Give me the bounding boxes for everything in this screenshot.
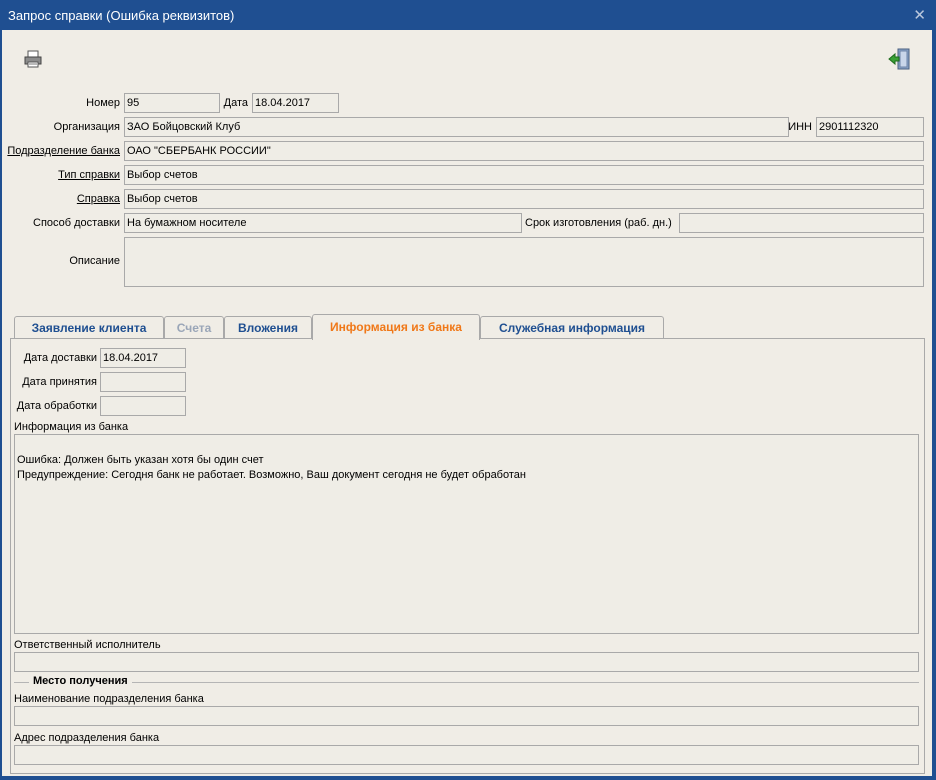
exit-door-icon[interactable] xyxy=(888,47,910,70)
pickup-group-title: Место получения xyxy=(29,675,132,687)
window-title: Запрос справки (Ошибка реквизитов) xyxy=(8,8,235,23)
inn-label: ИНН xyxy=(788,121,812,133)
accept-date-label: Дата принятия xyxy=(22,376,97,388)
process-date-field[interactable] xyxy=(100,396,186,416)
process-date-label: Дата обработки xyxy=(16,400,97,412)
number-field[interactable]: 95 xyxy=(124,93,220,113)
close-icon[interactable]: ✕ xyxy=(913,6,926,24)
unit-name-label: Наименование подразделения банка xyxy=(14,693,204,705)
inn-field[interactable]: 2901112320 xyxy=(816,117,924,137)
certificate-type-field[interactable]: Выбор счетов xyxy=(124,165,924,185)
delivery-date-field[interactable]: 18.04.2017 xyxy=(100,348,186,368)
title-bar[interactable]: Запрос справки (Ошибка реквизитов) ✕ xyxy=(0,0,936,30)
description-label: Описание xyxy=(69,255,120,267)
dialog-content: Номер 95 Дата 18.04.2017 Организация ЗАО… xyxy=(2,30,932,776)
bank-unit-field[interactable]: ОАО "СБЕРБАНК РОССИИ" xyxy=(124,141,924,161)
accept-date-field[interactable] xyxy=(100,372,186,392)
number-label: Номер xyxy=(86,97,120,109)
delivery-method-field[interactable]: На бумажном носителе xyxy=(124,213,522,233)
unit-address-label: Адрес подразделения банка xyxy=(14,732,160,744)
bank-info-panel: Дата доставки 18.04.2017 Дата принятия Д… xyxy=(10,338,925,774)
unit-address-field[interactable] xyxy=(14,745,919,765)
bank-unit-link[interactable]: Подразделение банка xyxy=(6,145,120,157)
unit-name-field[interactable] xyxy=(14,706,919,726)
tab-attachments[interactable]: Вложения xyxy=(224,316,312,338)
printer-icon[interactable] xyxy=(22,48,44,70)
tab-client-statement[interactable]: Заявление клиента xyxy=(14,316,164,338)
delivery-date-label: Дата доставки xyxy=(23,352,97,364)
delivery-method-label: Способ доставки xyxy=(33,217,120,229)
bank-info-label: Информация из банка xyxy=(14,421,129,433)
responsible-field[interactable] xyxy=(14,652,919,672)
dialog-window: Запрос справки (Ошибка реквизитов) ✕ Ном… xyxy=(0,0,936,780)
bank-info-text[interactable]: Ошибка: Должен быть указан хотя бы один … xyxy=(14,434,919,634)
organization-label: Организация xyxy=(53,121,120,133)
responsible-label: Ответственный исполнитель xyxy=(14,639,161,651)
organization-field[interactable]: ЗАО Бойцовский Клуб xyxy=(124,117,789,137)
tab-accounts[interactable]: Счета xyxy=(164,316,224,338)
date-label: Дата xyxy=(223,97,248,109)
tab-bank-info[interactable]: Информация из банка xyxy=(312,314,480,340)
certificate-link[interactable]: Справка xyxy=(6,193,120,205)
date-field[interactable]: 18.04.2017 xyxy=(252,93,339,113)
certificate-field[interactable]: Выбор счетов xyxy=(124,189,924,209)
description-field[interactable] xyxy=(124,237,924,287)
certificate-type-link[interactable]: Тип справки xyxy=(6,169,120,181)
production-term-field[interactable] xyxy=(679,213,924,233)
production-term-label: Срок изготовления (раб. дн.) xyxy=(525,217,672,229)
pickup-group-divider xyxy=(14,682,919,683)
tab-service-info[interactable]: Служебная информация xyxy=(480,316,664,338)
